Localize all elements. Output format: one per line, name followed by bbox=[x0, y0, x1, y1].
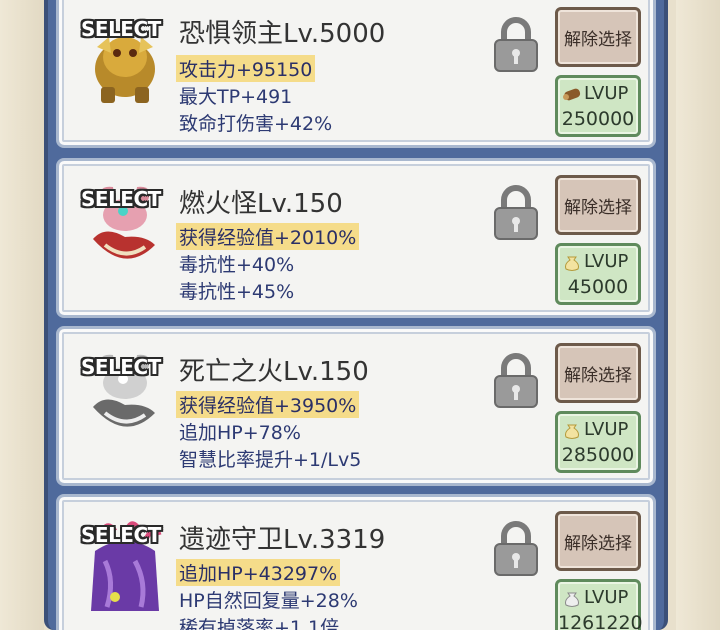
log-icon bbox=[563, 88, 581, 100]
lvup-label: LVUP bbox=[584, 587, 629, 608]
stat-line: 获得经验值+2010% bbox=[176, 223, 360, 250]
monster-list-panel[interactable]: SELECT 恐惧领主Lv.5000 攻击力+95150 最大TP+491 致命… bbox=[44, 0, 668, 630]
silver-bag-icon bbox=[565, 592, 579, 607]
stat-line: 智慧比率提升+1/Lv5 bbox=[179, 449, 362, 471]
stat-line: 毒抗性+45% bbox=[179, 281, 295, 303]
lvup-button[interactable]: LVUP 45000 bbox=[555, 243, 641, 305]
lvup-button[interactable]: LVUP 250000 bbox=[555, 75, 641, 137]
select-tag: SELECT bbox=[81, 355, 161, 379]
stat-line: 最大TP+491 bbox=[179, 86, 293, 108]
stat-line: 获得经验值+3950% bbox=[176, 391, 360, 418]
lvup-label: LVUP bbox=[584, 83, 629, 104]
monster-name: 燃火怪Lv.150 bbox=[179, 189, 343, 219]
monster-card[interactable]: SELECT 死亡之火Lv.150 获得经验值+3950% 追加HP+78% 智… bbox=[56, 326, 656, 486]
stat-line: 稀有掉落率+1.1倍 bbox=[179, 617, 340, 630]
gold-bag-icon bbox=[565, 424, 579, 439]
lvup-button[interactable]: LVUP 285000 bbox=[555, 411, 641, 473]
lock-icon[interactable] bbox=[491, 521, 541, 577]
unselect-button[interactable]: 解除选择 bbox=[555, 343, 641, 403]
monster-card[interactable]: SELECT 燃火怪Lv.150 获得经验值+2010% 毒抗性+40% 毒抗性… bbox=[56, 158, 656, 318]
lvup-cost: 45000 bbox=[567, 276, 629, 298]
monster-card[interactable]: SELECT 遗迹守卫Lv.3319 追加HP+43297% HP自然回复量+2… bbox=[56, 494, 656, 630]
lvup-label: LVUP bbox=[584, 251, 629, 272]
monster-name: 遗迹守卫Lv.3319 bbox=[179, 525, 386, 555]
stat-line: 致命打伤害+42% bbox=[179, 113, 333, 135]
select-tag: SELECT bbox=[81, 17, 161, 41]
stat-line: 毒抗性+40% bbox=[179, 254, 295, 276]
monster-card[interactable]: SELECT 恐惧领主Lv.5000 攻击力+95150 最大TP+491 致命… bbox=[56, 0, 656, 148]
select-tag: SELECT bbox=[81, 187, 161, 211]
select-tag: SELECT bbox=[81, 523, 161, 547]
stat-line: 攻击力+95150 bbox=[176, 55, 316, 82]
lock-icon[interactable] bbox=[491, 17, 541, 73]
monster-name: 恐惧领主Lv.5000 bbox=[179, 19, 386, 49]
unselect-button[interactable]: 解除选择 bbox=[555, 7, 641, 67]
monster-name: 死亡之火Lv.150 bbox=[179, 357, 369, 387]
gold-bag-icon bbox=[565, 256, 579, 271]
lvup-button[interactable]: LVUP 1261220 bbox=[555, 579, 643, 630]
left-background bbox=[0, 0, 44, 630]
lvup-cost: 1261220 bbox=[558, 612, 643, 630]
unselect-button[interactable]: 解除选择 bbox=[555, 511, 641, 571]
right-background bbox=[676, 0, 720, 630]
lvup-label: LVUP bbox=[584, 419, 629, 440]
stat-line: 追加HP+78% bbox=[179, 422, 301, 444]
lvup-cost: 250000 bbox=[561, 108, 635, 130]
stat-line: 追加HP+43297% bbox=[176, 559, 341, 586]
stat-line: HP自然回复量+28% bbox=[179, 590, 358, 612]
lock-icon[interactable] bbox=[491, 185, 541, 241]
unselect-button[interactable]: 解除选择 bbox=[555, 175, 641, 235]
lvup-cost: 285000 bbox=[561, 444, 635, 466]
lock-icon[interactable] bbox=[491, 353, 541, 409]
